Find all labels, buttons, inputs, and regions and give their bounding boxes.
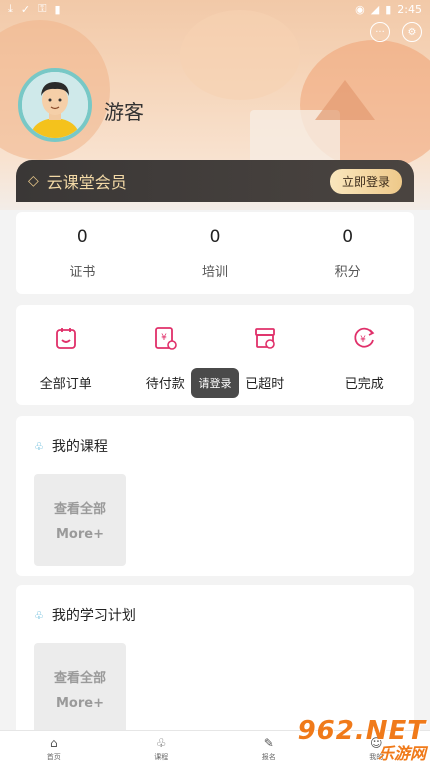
battery-icon: ▮	[385, 2, 392, 16]
download-icon: ⤓	[8, 2, 13, 15]
order-label: 已超时	[245, 377, 285, 392]
avatar[interactable]	[18, 68, 92, 142]
settings-icon[interactable]: ⚙	[402, 22, 422, 42]
stat-label: 积分	[334, 264, 361, 280]
message-icon[interactable]: ···	[370, 22, 390, 42]
section-title: 我的课程	[51, 439, 108, 455]
order-all[interactable]: 全部订单	[16, 305, 116, 405]
check-icon: ✓	[20, 2, 31, 16]
member-bar: ◇ 云课堂会员 立即登录	[16, 160, 414, 202]
section-header: ♧ 我的学习计划	[34, 605, 136, 625]
svg-text:¥: ¥	[360, 335, 366, 345]
order-label: 待付款	[145, 377, 185, 392]
stats-card: 0 证书 0 培训 0 积分	[16, 212, 414, 294]
stat-training[interactable]: 0 培训	[149, 212, 282, 294]
section-title: 我的学习计划	[51, 608, 136, 624]
view-all-label: 查看全部	[53, 502, 106, 517]
sim-icon: ▮	[54, 2, 61, 16]
watermark-logo: 962.NET 乐游网	[296, 716, 426, 764]
stat-value: 0	[342, 226, 354, 247]
course-icon: ♧	[155, 735, 167, 750]
stat-value: 0	[76, 226, 88, 247]
timeout-icon	[254, 328, 275, 349]
stat-label: 证书	[69, 264, 96, 280]
view-all-label: 查看全部	[53, 671, 106, 686]
nav-label: 报名	[261, 752, 276, 761]
svg-text:¥: ¥	[161, 333, 167, 343]
stat-certificate[interactable]: 0 证书	[16, 212, 149, 294]
nav-course[interactable]: ♧ 课程	[108, 731, 216, 766]
status-time: 2:45	[397, 2, 422, 16]
order-label: 已完成	[344, 377, 384, 392]
stat-value: 0	[209, 226, 221, 247]
order-completed[interactable]: ¥ 已完成	[315, 305, 415, 405]
completed-icon: ¥	[354, 327, 375, 348]
key-icon: ⚿	[38, 2, 47, 15]
more-label: More+	[56, 696, 104, 711]
order-label: 全部订单	[39, 377, 92, 392]
section-header: ♧ 我的课程	[34, 436, 108, 456]
wifi-icon: ◉	[355, 2, 365, 16]
home-icon: ⌂	[49, 735, 58, 750]
stat-points[interactable]: 0 积分	[281, 212, 414, 294]
pending-payment-icon: ¥	[155, 327, 178, 350]
member-title: 云课堂会员	[46, 173, 127, 192]
status-bar: ⤓ ✓ ⚿ ▮ ◉ ◢ ▮ 2:45	[0, 0, 430, 18]
view-all-courses-button[interactable]: 查看全部 More+	[34, 474, 126, 566]
watermark-line2: 乐游网	[377, 744, 426, 763]
signal-icon: ◢	[370, 2, 380, 16]
nav-label: 首页	[46, 752, 61, 761]
login-toast: 请登录	[191, 368, 239, 398]
order-list-icon	[55, 328, 76, 349]
username: 游客	[104, 100, 144, 124]
login-button[interactable]: 立即登录	[329, 168, 402, 194]
more-label: More+	[56, 527, 104, 542]
diamond-icon: ◇	[28, 173, 39, 189]
course-section-icon: ♧	[34, 439, 44, 453]
nav-label: 课程	[154, 752, 169, 761]
my-courses-card: ♧ 我的课程 查看全部 More+	[16, 416, 414, 576]
plan-section-icon: ♧	[34, 608, 44, 622]
signup-icon: ✎	[263, 735, 274, 750]
view-all-plans-button[interactable]: 查看全部 More+	[34, 643, 126, 735]
stat-label: 培训	[202, 264, 229, 280]
nav-home[interactable]: ⌂ 首页	[0, 731, 108, 766]
